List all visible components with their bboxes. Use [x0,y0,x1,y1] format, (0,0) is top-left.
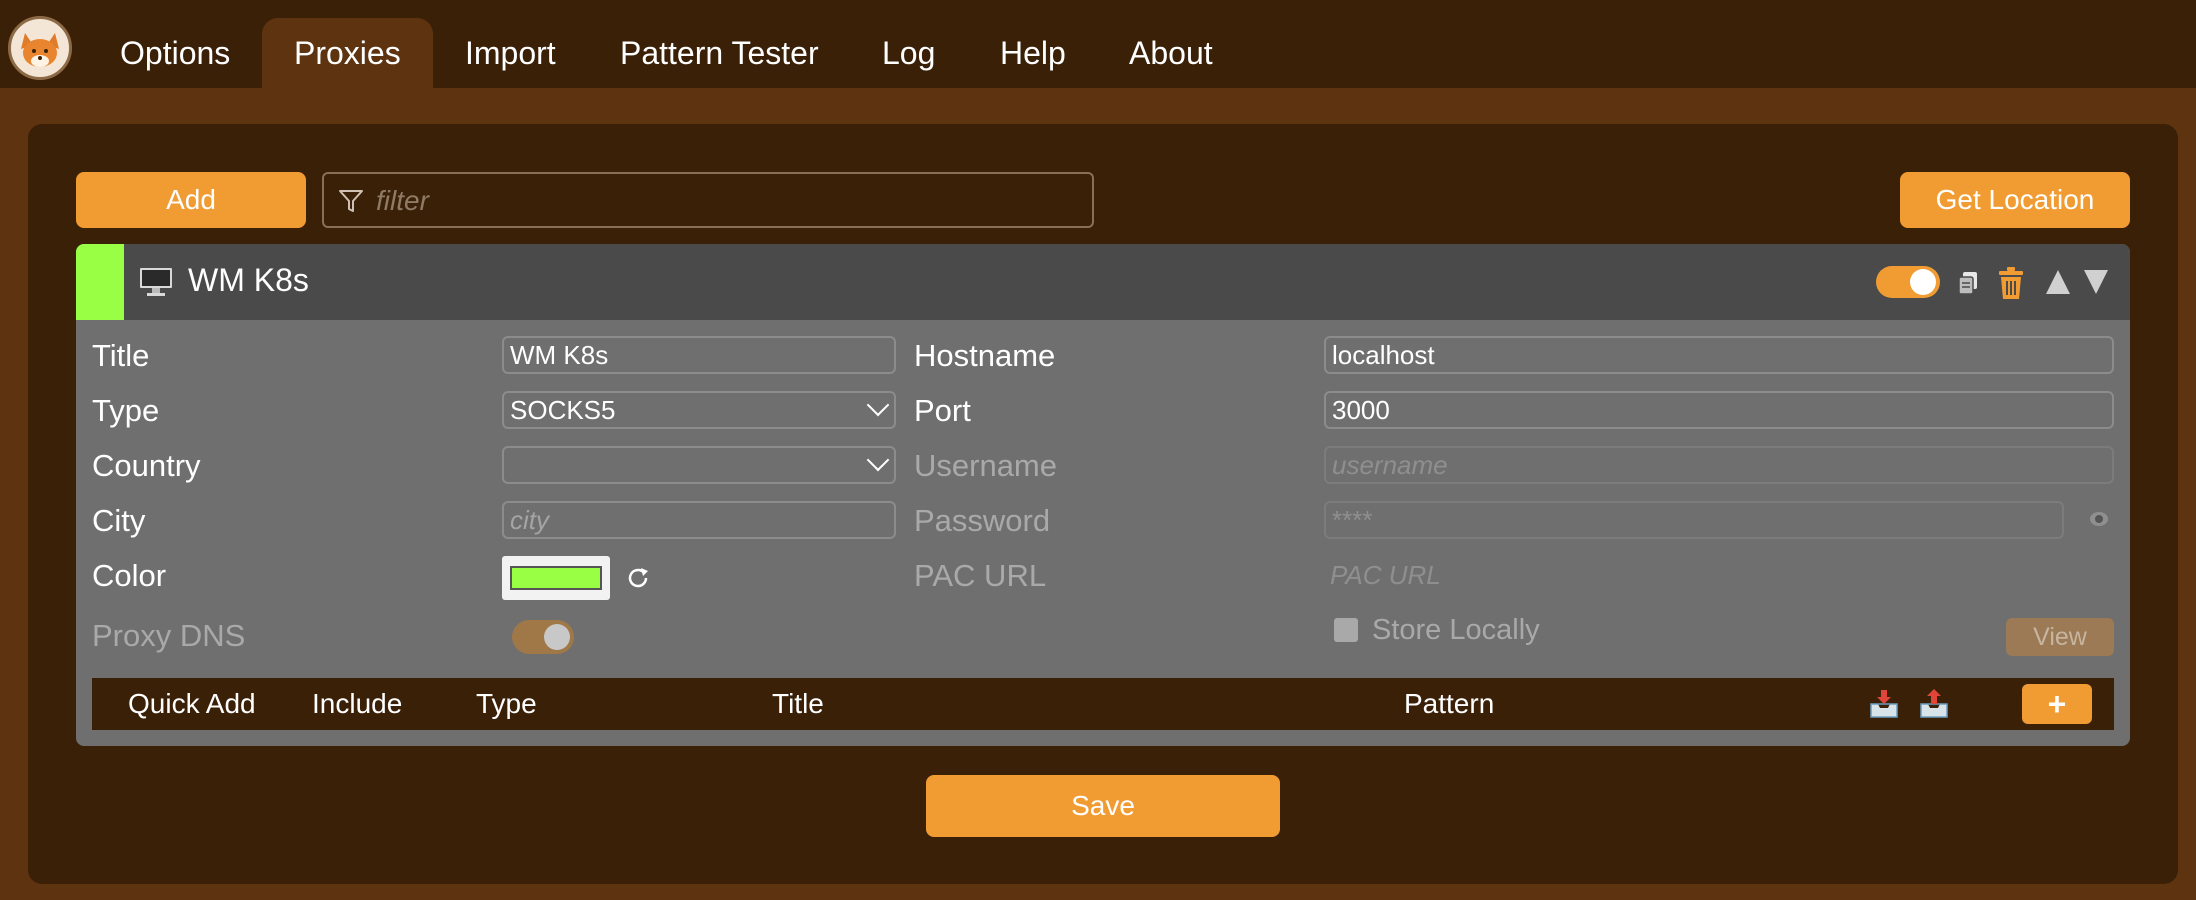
store-locally-checkbox[interactable] [1334,618,1358,642]
chevron-down-icon [866,448,890,472]
filter-box [322,172,1094,228]
add-button[interactable]: Add [76,172,306,228]
proxy-dns-label: Proxy DNS [92,618,246,653]
export-patterns-icon[interactable] [1918,688,1950,725]
col-type: Type [476,688,537,719]
tab-help[interactable]: Help [968,18,1098,88]
save-button[interactable]: Save [926,775,1280,837]
desktop-icon [138,266,174,303]
pac-url-field[interactable]: PAC URL [1324,558,2114,596]
import-patterns-icon[interactable] [1868,688,1900,725]
password-label: Password [914,503,1051,538]
color-swatch [510,566,602,590]
toggle-knob [1910,269,1936,295]
proxy-title-heading: WM K8s [188,262,309,298]
tab-options[interactable]: Options [88,18,262,88]
patterns-header: Quick Add Include Type Title Pattern + [92,678,2114,730]
country-label: Country [92,448,201,483]
city-field[interactable]: city [502,501,896,539]
hostname-label: Hostname [914,338,1056,373]
title-field[interactable]: WM K8s [502,336,896,374]
proxy-dns-toggle[interactable] [512,620,574,654]
color-picker[interactable] [502,556,610,600]
col-title: Title [772,688,824,719]
title-label: Title [92,338,150,373]
tab-log[interactable]: Log [850,18,967,88]
view-button[interactable]: View [2006,618,2114,656]
hostname-field[interactable]: localhost [1324,336,2114,374]
country-select[interactable] [502,446,896,484]
add-pattern-button[interactable]: + [2022,684,2092,724]
move-down-icon[interactable] [2082,268,2110,301]
type-label: Type [92,393,160,428]
foxyproxy-logo-icon [8,16,72,80]
tab-about[interactable]: About [1097,18,1245,88]
proxy-card: WM K8s Title Type Country City Color Pro… [76,244,2130,746]
filter-input[interactable] [376,182,1076,220]
tab-pattern-tester[interactable]: Pattern Tester [588,18,851,88]
city-label: City [92,503,146,538]
store-locally-label: Store Locally [1372,614,1540,646]
col-pattern: Pattern [1404,688,1495,719]
proxy-enabled-toggle[interactable] [1876,266,1940,298]
get-location-button[interactable]: Get Location [1900,172,2130,228]
type-select[interactable]: SOCKS5 [502,391,896,429]
duplicate-icon[interactable] [1956,270,1980,301]
top-nav: Options Proxies Import Pattern Tester Lo… [0,0,2196,88]
col-include: Include [312,688,403,719]
username-field[interactable]: username [1324,446,2114,484]
username-label: Username [914,448,1057,483]
password-field[interactable]: **** [1324,501,2064,539]
chevron-down-icon [866,393,890,417]
delete-icon[interactable] [1996,266,2026,305]
port-label: Port [914,393,971,428]
toggle-knob [544,624,570,650]
tab-proxies[interactable]: Proxies [262,18,433,88]
proxy-card-header[interactable]: WM K8s [76,244,2130,320]
pac-url-label: PAC URL [914,558,1047,593]
move-up-icon[interactable] [2044,268,2072,301]
filter-icon [338,188,364,219]
show-password-eye-icon[interactable] [2088,508,2110,535]
type-select-value: SOCKS5 [510,395,616,425]
tab-import[interactable]: Import [433,18,588,88]
proxy-color-strip [76,244,124,320]
color-label: Color [92,558,167,593]
random-color-icon[interactable] [624,564,652,597]
col-quick-add: Quick Add [128,688,256,719]
port-field[interactable]: 3000 [1324,391,2114,429]
